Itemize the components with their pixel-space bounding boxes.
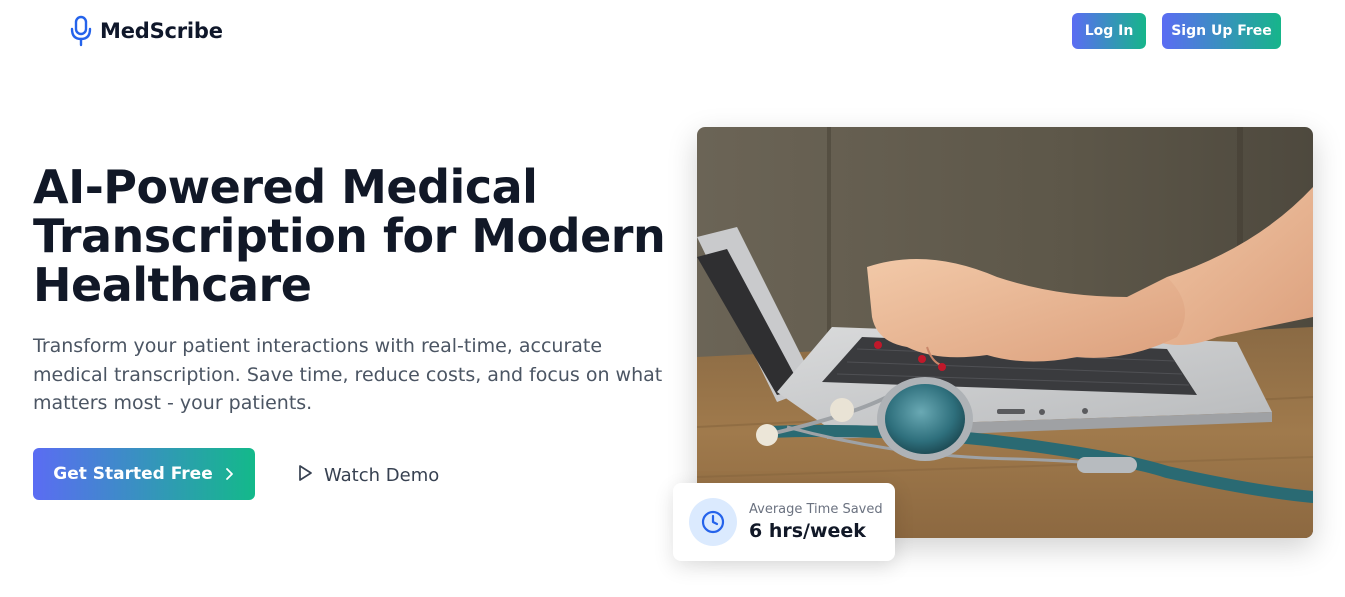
site-header: MedScribe Log In Sign Up Free bbox=[0, 0, 1345, 62]
hero-subtitle: Transform your patient interactions with… bbox=[33, 335, 663, 414]
stat-value: 6 hrs/week bbox=[749, 520, 866, 542]
signup-button[interactable]: Sign Up Free bbox=[1162, 13, 1281, 49]
login-button[interactable]: Log In bbox=[1072, 13, 1146, 49]
clock-icon bbox=[689, 498, 737, 546]
brand-name: MedScribe bbox=[100, 19, 223, 43]
logo[interactable]: MedScribe bbox=[68, 14, 223, 48]
chevron-right-icon bbox=[225, 467, 235, 481]
get-started-button[interactable]: Get Started Free bbox=[33, 448, 255, 500]
get-started-label: Get Started Free bbox=[53, 464, 213, 484]
stat-label: Average Time Saved bbox=[749, 502, 883, 517]
stat-card: Average Time Saved 6 hrs/week bbox=[673, 483, 895, 561]
play-icon bbox=[296, 464, 314, 487]
hero-photo bbox=[697, 127, 1313, 538]
watch-demo-button[interactable]: Watch Demo bbox=[296, 460, 439, 490]
hero-title: AI-Powered Medical Transcription for Mod… bbox=[33, 160, 666, 312]
watch-demo-label: Watch Demo bbox=[324, 464, 440, 486]
microphone-icon bbox=[68, 14, 94, 48]
